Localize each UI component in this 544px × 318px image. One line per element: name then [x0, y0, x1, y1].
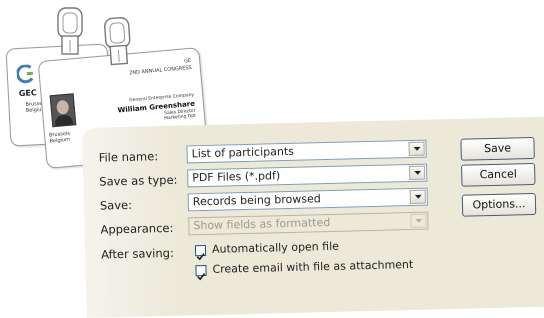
cancel-button[interactable]: Cancel [461, 163, 536, 187]
auto-open-checkbox[interactable] [195, 245, 206, 256]
chevron-down-icon [410, 214, 426, 228]
appearance-value: Show fields as formatted [193, 216, 330, 232]
file-name-combo[interactable]: List of participants [186, 140, 426, 164]
save-as-type-select[interactable]: PDF Files (*.pdf) [187, 164, 427, 188]
badge-photo [50, 93, 77, 127]
after-saving-label: After saving: [101, 246, 174, 262]
save-dialog: File name: List of participants Save as … [82, 117, 544, 318]
chevron-down-icon[interactable] [409, 166, 425, 180]
save-as-type-value: PDF Files (*.pdf) [192, 169, 280, 184]
options-button[interactable]: Options... [462, 193, 537, 217]
gec-logo-icon [16, 64, 35, 85]
checkmark-icon [196, 252, 205, 261]
save-button[interactable]: Save [460, 137, 535, 161]
save-as-type-label: Save as type: [99, 173, 177, 189]
save-records-value: Records being browsed [193, 192, 321, 208]
appearance-label: Appearance: [100, 221, 173, 237]
appearance-select: Show fields as formatted [188, 212, 428, 236]
badge-role: Sales Director Marketing Dpt [164, 109, 197, 122]
badge-location: Brussels Belgium [49, 132, 71, 145]
badge-clip-icon [96, 15, 140, 74]
save-label: Save: [100, 198, 132, 213]
chevron-down-icon[interactable] [410, 190, 426, 204]
file-name-label: File name: [99, 149, 159, 164]
file-name-value: List of participants [192, 145, 295, 160]
badge-clip-icon [50, 6, 90, 62]
chevron-down-icon[interactable] [408, 142, 424, 156]
badge-logo-text: GEC [19, 88, 37, 98]
save-records-select[interactable]: Records being browsed [188, 188, 428, 212]
email-attachment-checkbox[interactable] [195, 265, 206, 276]
checkmark-icon [197, 272, 206, 281]
